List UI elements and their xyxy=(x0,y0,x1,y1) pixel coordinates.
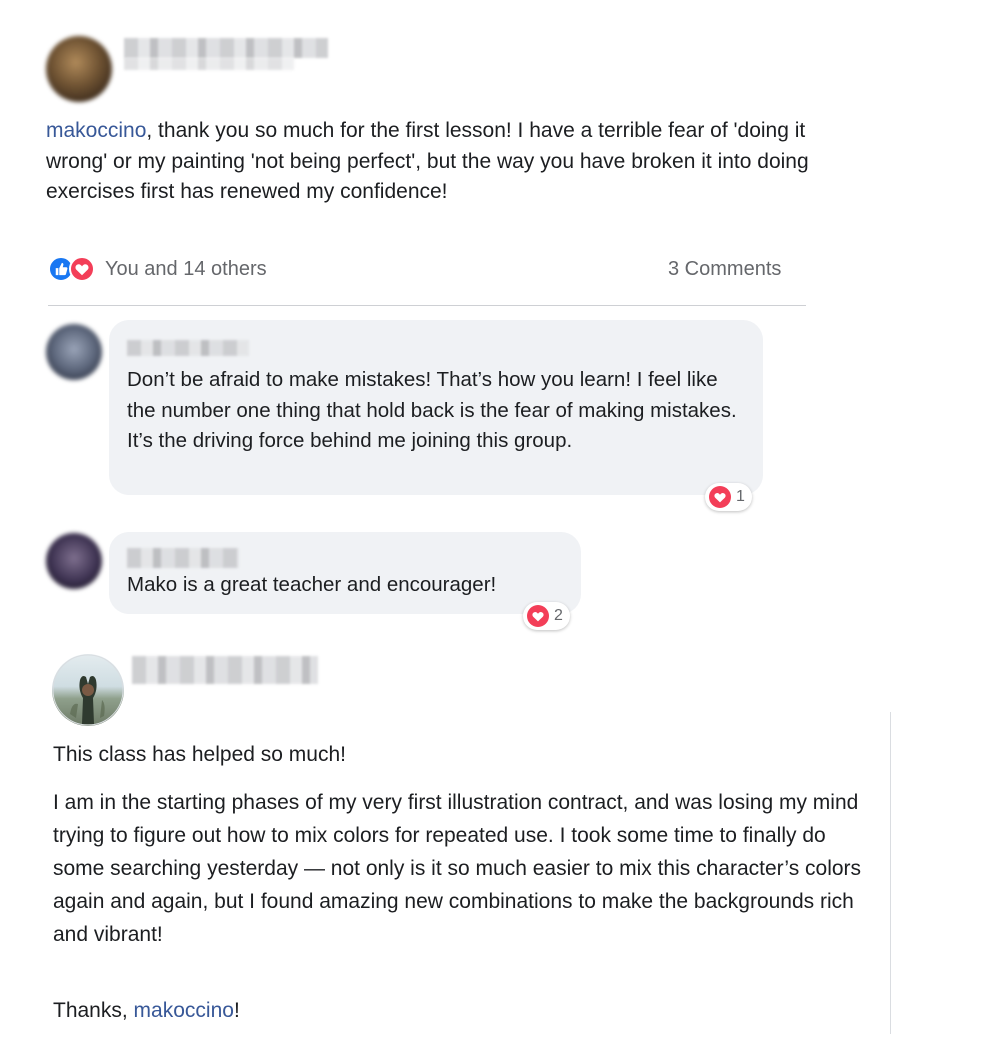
divider xyxy=(48,305,806,306)
author-avatar[interactable] xyxy=(52,654,124,726)
heart-icon xyxy=(709,486,731,508)
author-name-redacted[interactable] xyxy=(132,656,318,684)
post-paragraph: This class has helped so much! xyxy=(53,743,346,766)
comment-bubble: Don’t be afraid to make mistakes! That’s… xyxy=(109,320,763,495)
commenter-avatar[interactable] xyxy=(46,533,102,589)
mention-link[interactable]: makoccino xyxy=(134,999,234,1022)
post-thanks: Thanks, makoccino! xyxy=(53,996,653,1027)
comment-reaction[interactable]: 1 xyxy=(705,483,752,511)
avatar[interactable] xyxy=(46,36,112,102)
reaction-count: 2 xyxy=(554,607,563,624)
post-body: makoccino, thank you so much for the fir… xyxy=(46,116,816,208)
thanks-text: Thanks, xyxy=(53,999,134,1022)
commenter-avatar[interactable] xyxy=(46,324,102,380)
comment-reaction[interactable]: 2 xyxy=(523,602,570,630)
post-paragraph: I am in the starting phases of my very f… xyxy=(53,791,862,946)
reaction-count-text[interactable]: You and 14 others xyxy=(105,258,267,281)
mention-link[interactable]: makoccino xyxy=(46,119,146,142)
thanks-suffix: ! xyxy=(233,999,240,1022)
comment-bubble: Mako is a great teacher and encourager! xyxy=(109,532,581,614)
comment-text: Don’t be afraid to make mistakes! That’s… xyxy=(127,368,737,452)
reaction-count: 1 xyxy=(736,488,745,505)
comment-text: Mako is a great teacher and encourager! xyxy=(127,573,497,596)
reaction-summary[interactable]: You and 14 others xyxy=(48,256,267,282)
commenter-name-redacted[interactable] xyxy=(127,340,249,356)
person-silhouette-icon xyxy=(52,654,124,726)
commenter-name-redacted[interactable] xyxy=(127,548,239,568)
author-name-redacted[interactable] xyxy=(124,38,328,58)
post-subtitle-redacted xyxy=(124,58,294,70)
vertical-divider xyxy=(890,712,891,1034)
heart-icon xyxy=(527,605,549,627)
comments-count[interactable]: 3 Comments xyxy=(668,258,781,281)
post-text: , thank you so much for the first lesson… xyxy=(46,119,809,203)
heart-icon xyxy=(69,256,95,282)
